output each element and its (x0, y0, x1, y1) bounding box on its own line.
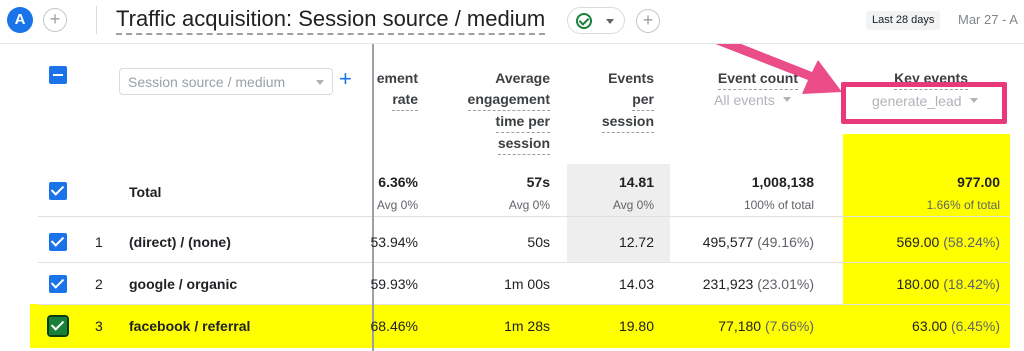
caret-down-icon (782, 97, 791, 102)
row-key-events: 180.00 (18.42%) (896, 276, 1000, 292)
row-event-count-pct: (7.66%) (764, 318, 814, 334)
row-event-count: 77,180 (7.66%) (718, 318, 814, 334)
row-key-events-pct: (58.24%) (943, 234, 1000, 250)
col-header-line: time per (495, 111, 550, 133)
total-events-per-session-sub: Avg 0% (612, 198, 654, 212)
row-avg-time: 50s (527, 234, 550, 250)
col-header-engagement-rate[interactable]: ement rate (377, 68, 418, 111)
col-header-line: Average (495, 70, 550, 86)
total-event-count-sub: 100% of total (743, 198, 814, 212)
report-header: A + Traffic acquisition: Session source … (0, 0, 1024, 44)
col-header-line: ement (376, 70, 418, 86)
caret-down-icon (316, 80, 324, 85)
col-header-line: per (632, 89, 654, 111)
row-engagement-rate: 68.46% (370, 318, 418, 334)
column-freeze-line (372, 44, 374, 351)
col-header-line: engagement (467, 89, 550, 111)
row-events-per-session: 19.80 (618, 318, 654, 334)
row-key-events-pct: (18.42%) (943, 276, 1000, 292)
row-number: 3 (95, 318, 103, 334)
dimension-select[interactable]: Session source / medium (119, 68, 333, 95)
row-divider (38, 262, 1010, 263)
row-checkbox[interactable] (49, 233, 67, 251)
check-circle-icon (576, 13, 592, 29)
row-event-count-pct: (23.01%) (757, 276, 814, 292)
row-key-events-value: 180.00 (896, 276, 940, 292)
row-event-count: 231,923 (23.01%) (703, 276, 814, 292)
row-checkbox[interactable] (47, 315, 69, 337)
total-label: Total (129, 184, 162, 200)
caret-down-icon (606, 19, 614, 24)
annotation-box (841, 82, 1007, 124)
add-filter-icon[interactable]: + (636, 9, 660, 33)
total-engagement-rate-sub: Avg 0% (376, 198, 418, 212)
add-comparison-icon[interactable]: + (43, 8, 67, 32)
date-range-badge[interactable]: Last 28 days (866, 11, 941, 30)
row-source-medium[interactable]: google / organic (129, 276, 237, 292)
col-header-events-per-session[interactable]: Events per session (601, 68, 654, 133)
total-key-events-sub: 1.66% of total (926, 198, 1000, 212)
row-avg-time: 1m 00s (504, 276, 550, 292)
total-events-per-session: 14.81 (618, 174, 654, 190)
date-range-text[interactable]: Mar 27 - A (958, 12, 1018, 27)
row-key-events-pct: (6.45%) (950, 318, 1000, 334)
row-source-medium[interactable]: facebook / referral (129, 318, 250, 334)
select-all-checkbox[interactable] (49, 66, 67, 84)
page-title: Traffic acquisition: Session source / me… (116, 6, 546, 35)
data-table: Session source / medium + ement rate Ave… (0, 44, 1024, 351)
row-engagement-rate: 59.93% (370, 276, 418, 292)
row-event-count-pct: (49.16%) (757, 234, 814, 250)
dimension-select-label: Session source / medium (128, 74, 286, 90)
row-engagement-rate: 53.94% (370, 234, 418, 250)
total-avg-time: 57s (526, 174, 550, 190)
row-divider (38, 216, 1010, 217)
row-events-per-session: 12.72 (618, 234, 654, 250)
total-key-events: 977.00 (957, 174, 1000, 190)
col-header-line: session (497, 133, 550, 155)
row-event-count-value: 231,923 (702, 276, 754, 292)
row-key-events: 569.00 (58.24%) (896, 234, 1000, 250)
total-engagement-rate: 6.36% (378, 174, 418, 190)
col-header-avg-engagement-time[interactable]: Average engagement time per session (467, 68, 550, 155)
add-dimension-button[interactable]: + (339, 66, 352, 92)
row-event-count: 495,577 (49.16%) (703, 234, 814, 250)
status-dropdown[interactable] (567, 7, 625, 34)
row-key-events-value: 569.00 (896, 234, 940, 250)
total-avg-time-sub: Avg 0% (508, 198, 550, 212)
annotation-arrow-icon (715, 44, 842, 94)
total-row-checkbox[interactable] (49, 182, 67, 200)
row-number: 1 (95, 234, 103, 250)
header-divider (96, 6, 97, 34)
row-avg-time: 1m 28s (504, 318, 550, 334)
account-avatar[interactable]: A (7, 7, 33, 33)
total-event-count: 1,008,138 (751, 174, 814, 190)
row-divider (38, 304, 1010, 305)
col-header-line: rate (392, 89, 418, 111)
row-source-medium[interactable]: (direct) / (none) (129, 234, 231, 250)
row-key-events-value: 63.00 (912, 318, 948, 334)
col-header-line: Events (608, 70, 654, 86)
row-event-count-value: 77,180 (718, 318, 762, 334)
row-number: 2 (95, 276, 103, 292)
row-event-count-value: 495,577 (702, 234, 754, 250)
row-key-events: 63.00 (6.45%) (912, 318, 1000, 334)
row-checkbox[interactable] (49, 275, 67, 293)
col-header-line: session (601, 111, 654, 133)
row-events-per-session: 14.03 (618, 276, 654, 292)
